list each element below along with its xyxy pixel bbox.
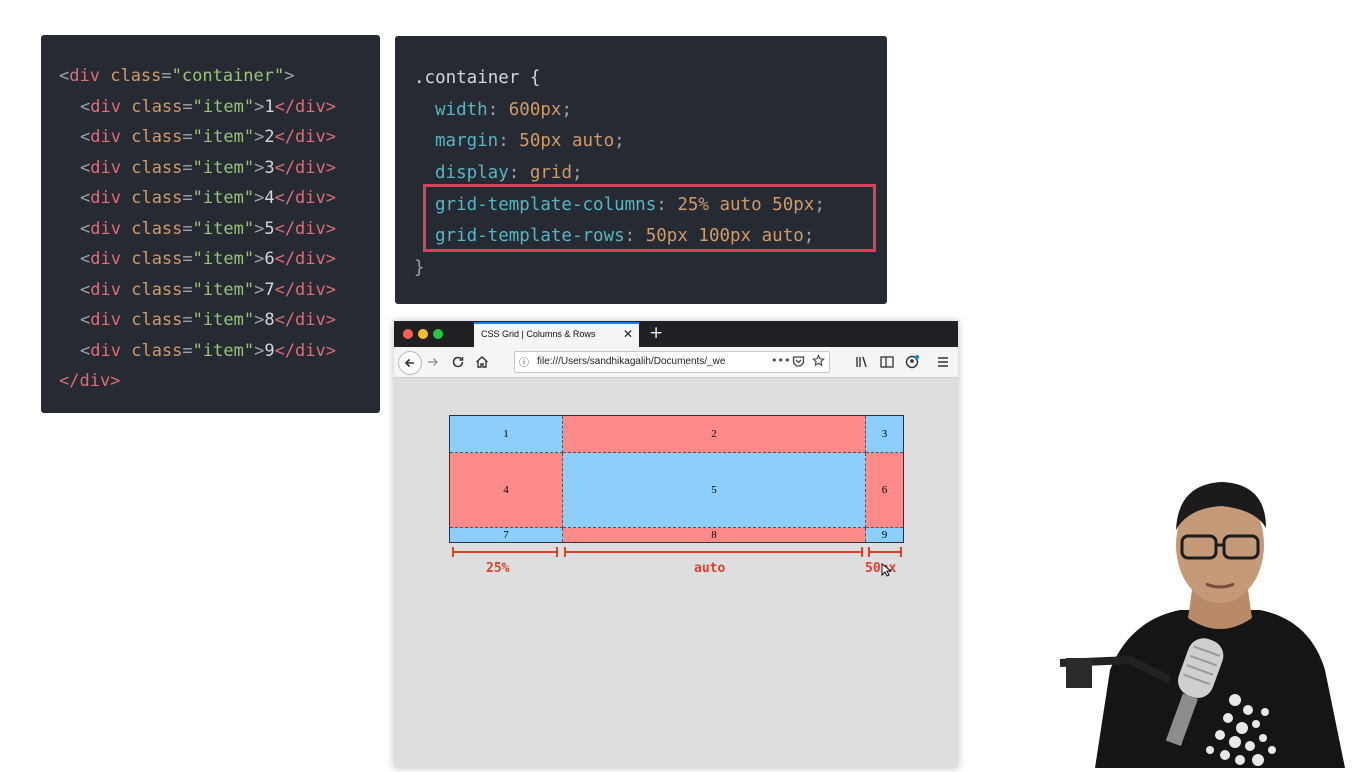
html-code-line: <div class="item">3</div> (80, 157, 336, 178)
html-code-line: <div class="item">2</div> (80, 127, 336, 147)
browser-window: CSS Grid | Columns & Rows ✕ + ⓘ file:///… (394, 321, 958, 768)
page-viewport: 1 2 3 4 5 6 7 8 9 25% auto 50px (394, 378, 958, 768)
browser-tab[interactable]: CSS Grid | Columns & Rows ✕ (474, 322, 639, 347)
more-actions-icon[interactable]: ••• (771, 354, 790, 367)
html-code-line: <div class="item">7</div> (80, 279, 336, 300)
back-arrow-icon[interactable] (398, 351, 422, 375)
html-code-line: <div class="item">1</div> (80, 96, 336, 117)
tab-title: CSS Grid | Columns & Rows (481, 329, 596, 339)
sidebar-icon[interactable] (878, 353, 896, 371)
menu-icon[interactable] (934, 353, 952, 371)
css-code-panel: .container { width: 600px; margin: 50px … (395, 36, 887, 304)
url-bar[interactable]: ⓘ file:///Users/sandhikagalih/Documents/… (514, 351, 830, 373)
html-code-line: <div class="container"> (59, 66, 295, 86)
library-icon[interactable] (853, 353, 871, 371)
grid-item: 7 (450, 528, 563, 542)
new-tab-icon[interactable]: + (649, 323, 663, 343)
forward-arrow-icon[interactable] (424, 353, 442, 371)
html-code-line: <div class="item">9</div> (80, 340, 336, 361)
html-code-line: </div> (59, 371, 121, 391)
measure-label: auto (694, 561, 726, 576)
minimize-window-icon[interactable] (418, 329, 428, 339)
maximize-window-icon[interactable] (433, 329, 443, 339)
info-icon[interactable]: ⓘ (519, 354, 529, 369)
html-code-panel: <div class="container"> <div class="item… (41, 35, 380, 413)
column-measure (868, 547, 902, 557)
tab-bar: CSS Grid | Columns & Rows ✕ + (394, 321, 958, 347)
css-selector-line: .container { (414, 68, 541, 88)
grid-item: 9 (866, 528, 903, 542)
css-declaration: margin: 50px auto; (435, 131, 625, 152)
column-measure (564, 547, 863, 557)
html-code-line: <div class="item">8</div> (80, 310, 336, 330)
column-measure (452, 547, 558, 557)
html-code-line: <div class="item">5</div> (80, 218, 336, 239)
close-window-icon[interactable] (403, 329, 413, 339)
css-declaration: width: 600px; (435, 99, 572, 120)
cursor-icon (881, 562, 893, 580)
measure-label: 25% (486, 561, 510, 576)
grid-item: 2 (563, 416, 866, 453)
home-icon[interactable] (473, 353, 491, 371)
highlight-box (423, 184, 876, 252)
reload-icon[interactable] (449, 353, 467, 371)
presenter-webcam (1059, 480, 1366, 768)
account-icon[interactable] (903, 353, 921, 371)
html-code-line: <div class="item">4</div> (80, 188, 336, 208)
tab-close-icon[interactable]: ✕ (623, 327, 633, 341)
nav-bar: ⓘ file:///Users/sandhikagalih/Documents/… (394, 347, 958, 378)
grid-item: 5 (563, 453, 866, 528)
pocket-icon[interactable] (792, 354, 805, 371)
grid-item: 8 (563, 528, 866, 542)
grid-item: 4 (450, 453, 563, 528)
grid-item: 6 (866, 453, 903, 528)
grid-container: 1 2 3 4 5 6 7 8 9 (449, 415, 904, 543)
html-code-line: <div class="item">6</div> (80, 249, 336, 269)
css-closing-brace: } (414, 258, 425, 279)
grid-item: 1 (450, 416, 563, 453)
url-text[interactable]: file:///Users/sandhikagalih/Documents/_w… (537, 356, 747, 367)
star-icon[interactable] (812, 354, 825, 371)
grid-item: 3 (866, 416, 903, 453)
